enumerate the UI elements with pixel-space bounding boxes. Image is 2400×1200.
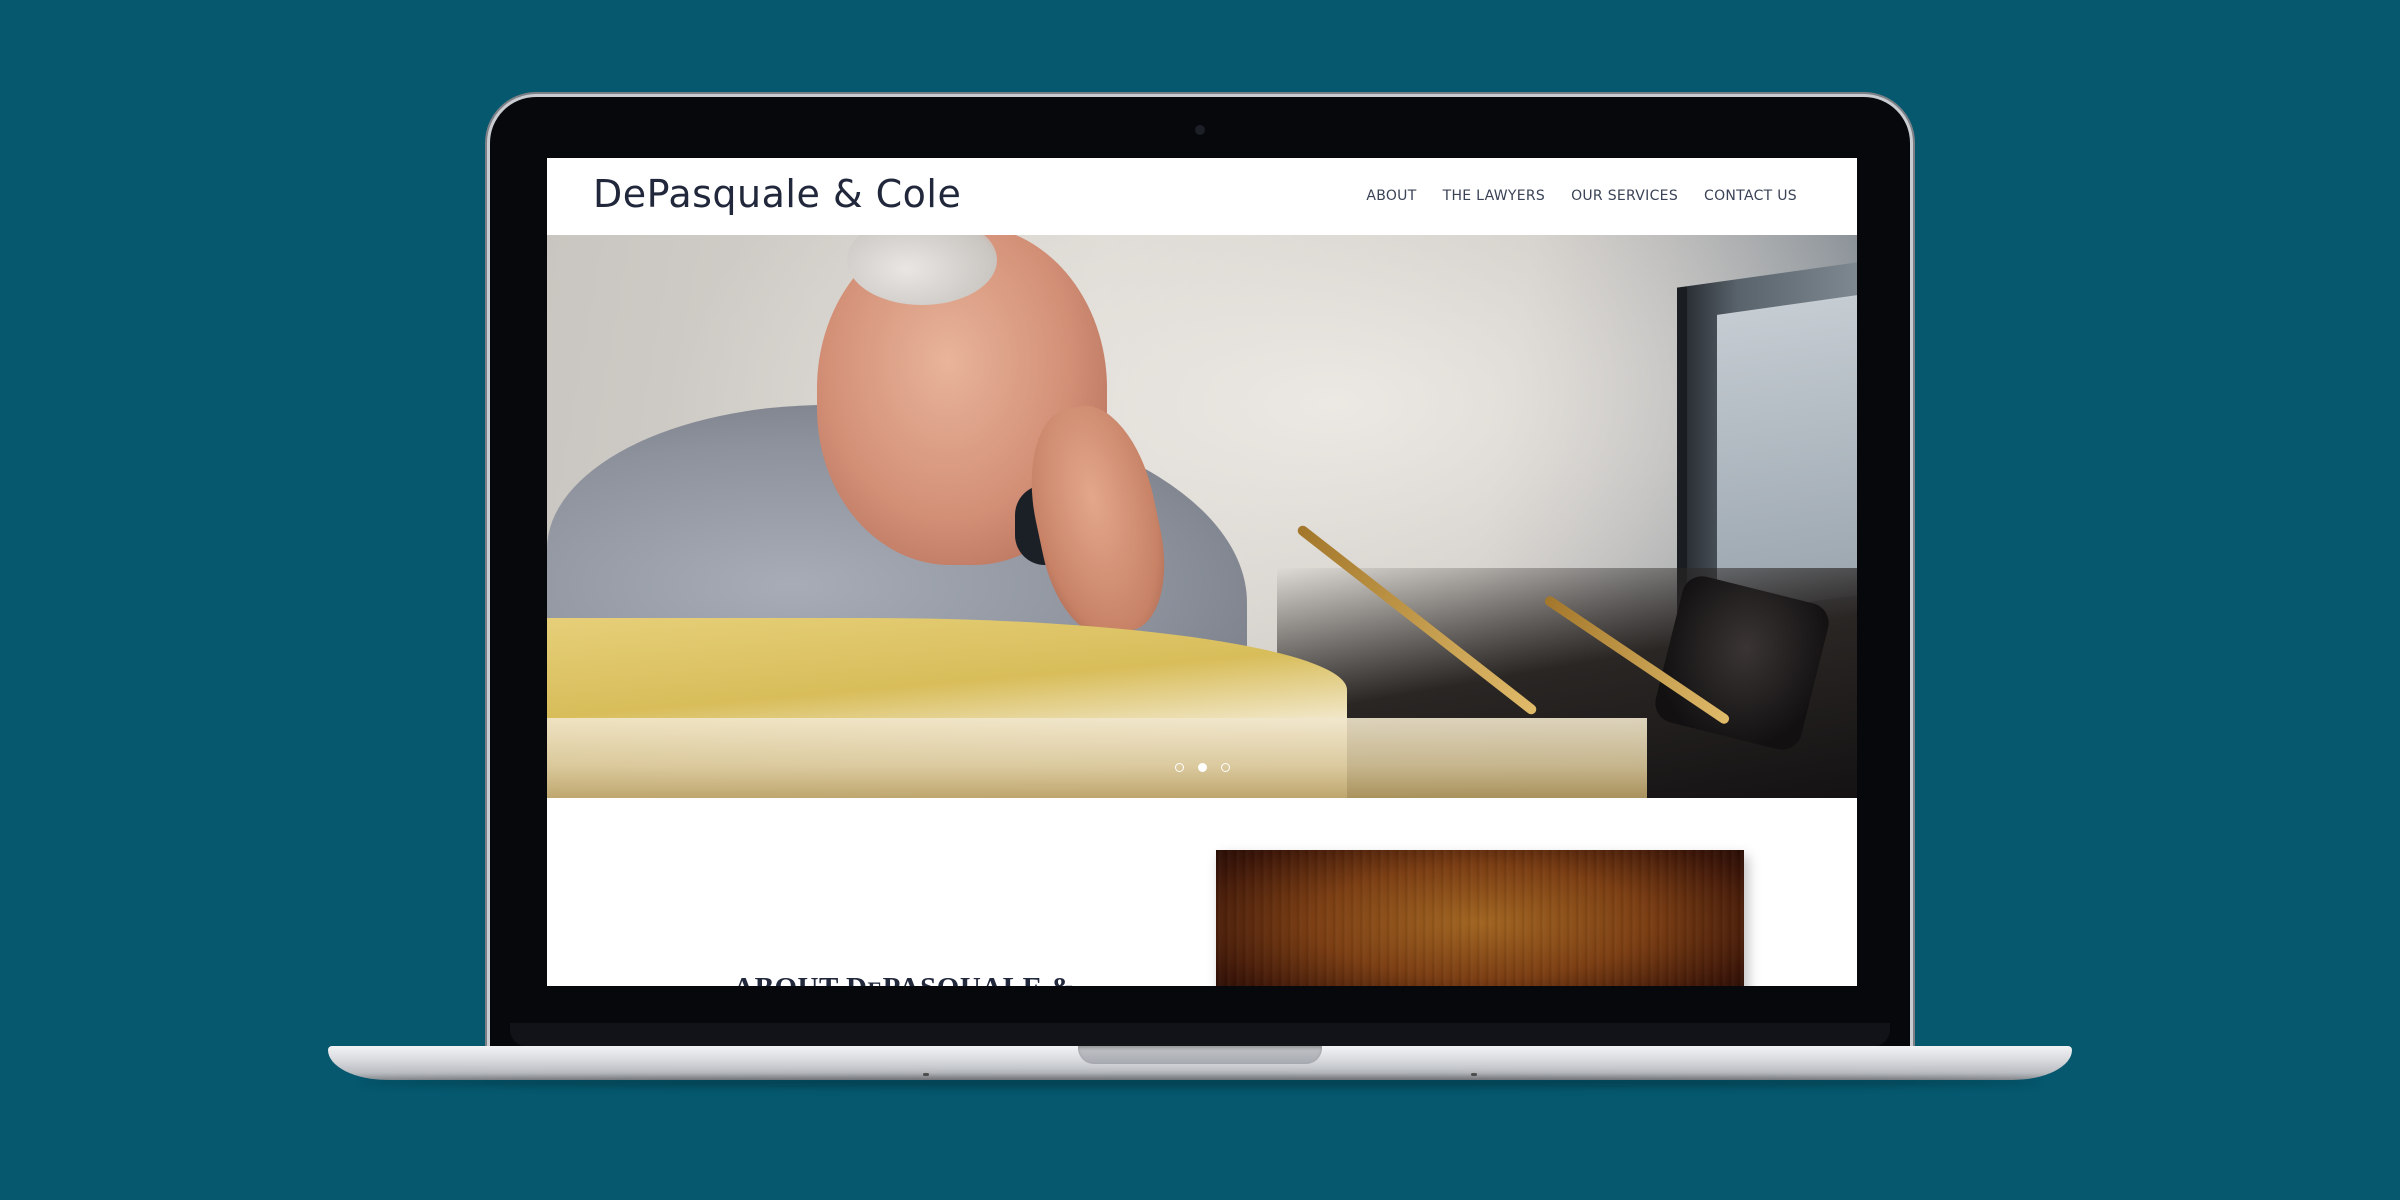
nav-contact-us[interactable]: CONTACT US: [1704, 188, 1797, 204]
site-logo[interactable]: DePasquale & Cole: [593, 172, 961, 216]
laptop-base: [328, 1046, 2072, 1080]
hero-monitor-screen: [1717, 295, 1857, 615]
hero-slider[interactable]: [547, 235, 1857, 798]
website-screen: DePasquale & Cole ABOUT THE LAWYERS OUR …: [547, 158, 1857, 986]
about-heading-part: PASQUALE &: [883, 972, 1075, 986]
camera: [1195, 125, 1205, 135]
base-shadow: [360, 1076, 2040, 1088]
slider-dots: [547, 763, 1857, 772]
wood-image: [1216, 850, 1744, 986]
wood-grain-texture: [1216, 850, 1744, 986]
main-nav: ABOUT THE LAWYERS OUR SERVICES CONTACT U…: [1366, 188, 1797, 204]
about-heading-smallcaps: E: [867, 977, 882, 986]
hero-folders-front: [547, 718, 1647, 798]
about-heading: ABOUT DEPASQUALE &: [547, 972, 1261, 986]
about-heading-part: ABOUT D: [733, 972, 867, 986]
lid-bottom-bezel: [510, 1023, 1890, 1047]
site-header: DePasquale & Cole ABOUT THE LAWYERS OUR …: [547, 158, 1857, 235]
slider-dot-3[interactable]: [1220, 763, 1230, 772]
opening-notch: [1078, 1046, 1322, 1064]
slider-dot-2[interactable]: [1197, 763, 1207, 772]
nav-the-lawyers[interactable]: THE LAWYERS: [1443, 188, 1545, 204]
nav-about[interactable]: ABOUT: [1366, 188, 1416, 204]
slider-dot-1[interactable]: [1174, 763, 1184, 772]
nav-our-services[interactable]: OUR SERVICES: [1571, 188, 1678, 204]
